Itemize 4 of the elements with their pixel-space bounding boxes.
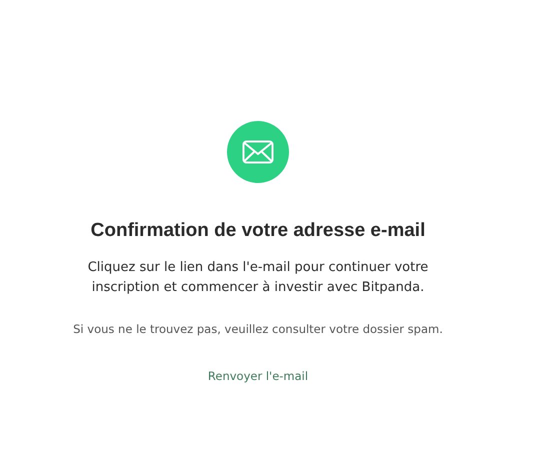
instruction-text: Cliquez sur le lien dans l'e-mail pour continuer votre inscription et commencer à investir avec Bitpanda. xyxy=(86,259,430,297)
page-title: Confirmation de votre adresse e-mail xyxy=(90,220,426,242)
spam-hint-text: Si vous ne le trouvez pas, veuillez consulter votre dossier spam. xyxy=(73,322,443,336)
resend-email-link[interactable]: Renvoyer l'e-mail xyxy=(208,369,308,383)
